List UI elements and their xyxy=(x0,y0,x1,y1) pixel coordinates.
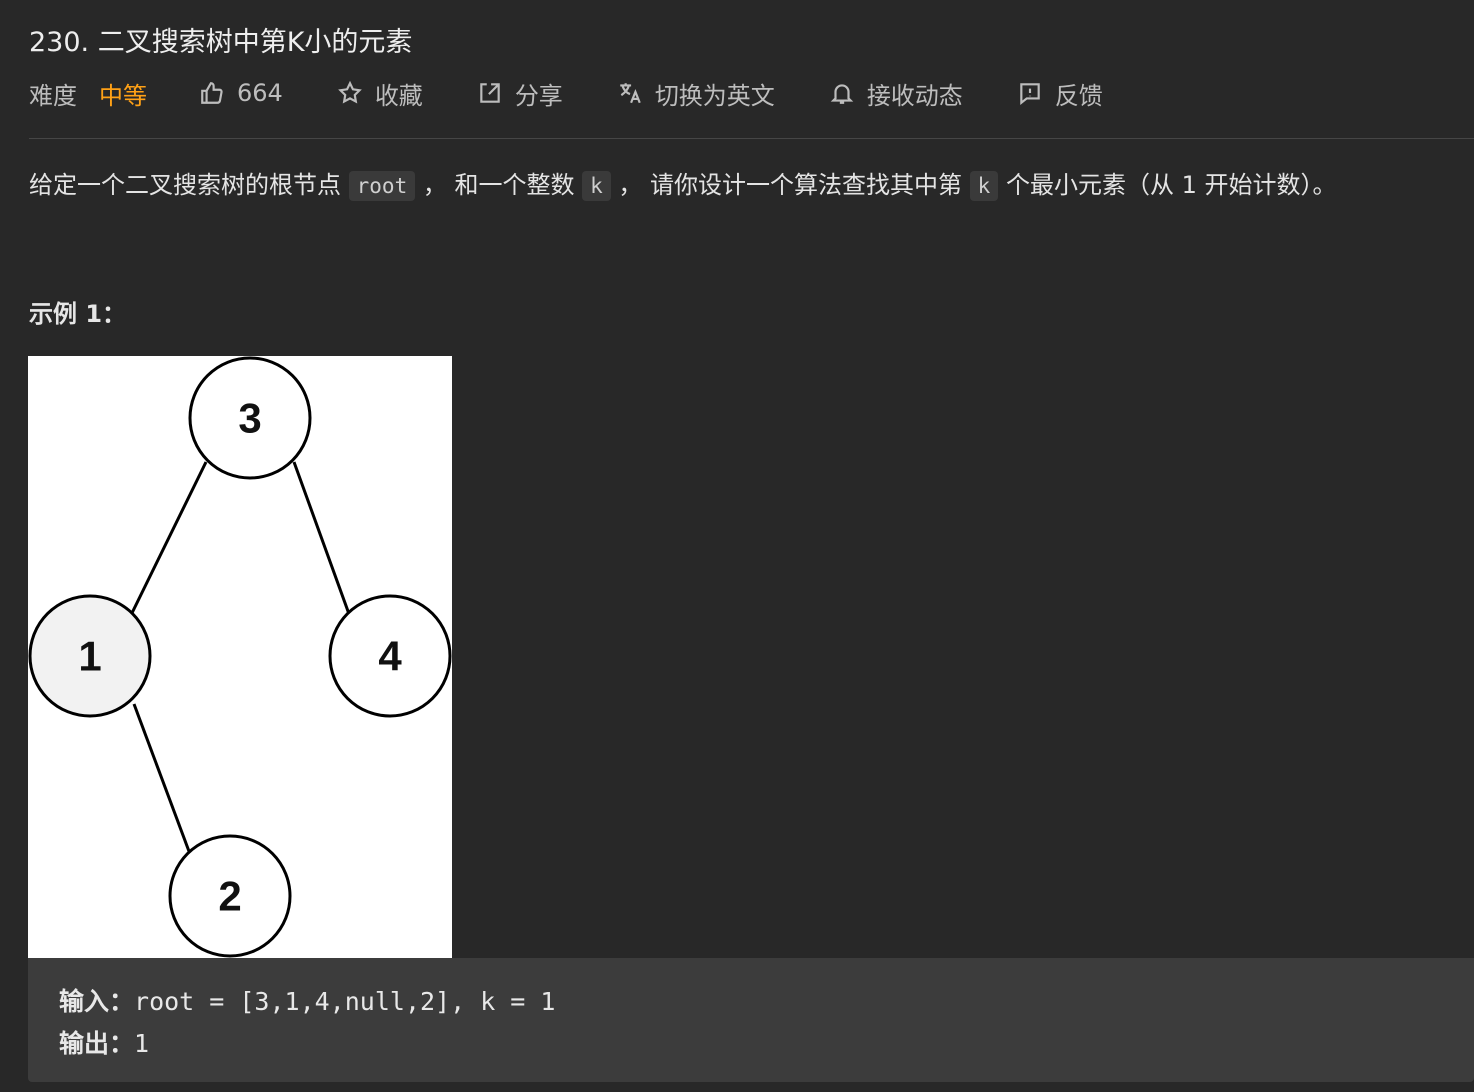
example-tree-image: 3 1 4 2 xyxy=(28,356,452,958)
star-icon xyxy=(337,80,362,104)
tree-edge xyxy=(132,703,192,855)
translate-icon xyxy=(620,83,641,104)
tree-edge xyxy=(292,461,351,615)
switch-language-button[interactable]: 切换为英文 xyxy=(617,76,775,111)
input-value: root = [3,1,4,null,2], k = 1 xyxy=(134,987,556,1016)
tree-edge xyxy=(130,461,208,614)
example-title: 示例 1： xyxy=(29,300,127,328)
example-input-line: 输入：root = [3,1,4,null,2], k = 1 xyxy=(59,982,555,1018)
bell-icon xyxy=(830,84,854,104)
description-text: ， 请你设计一个算法查找其中第 xyxy=(610,171,970,199)
feedback-button[interactable]: 反馈 xyxy=(1017,76,1103,111)
problem-title: 230. 二叉搜索树中第K小的元素 xyxy=(29,27,413,58)
binary-tree-diagram: 3 1 4 2 xyxy=(28,356,452,958)
share-icon xyxy=(480,83,500,103)
inline-code-k: k xyxy=(969,171,999,201)
share-label: 分享 xyxy=(514,81,563,110)
like-button[interactable]: 664 xyxy=(199,79,283,107)
thumbs-up-icon xyxy=(201,82,223,104)
example-output-line: 输出：1 xyxy=(59,1024,149,1060)
tree-node-label: 1 xyxy=(78,633,101,680)
description-text: 个最小元素（从 1 开始计数）。 xyxy=(998,171,1337,199)
example-code-block: 输入：root = [3,1,4,null,2], k = 1 输出：1 xyxy=(28,958,1474,1082)
divider xyxy=(29,138,1474,139)
difficulty-label: 难度 xyxy=(29,81,77,110)
favorite-button[interactable]: 收藏 xyxy=(337,76,423,111)
description-text: 给定一个二叉搜索树的根节点 xyxy=(29,171,349,199)
tree-node-label: 2 xyxy=(218,873,241,920)
difficulty-badge: 中等 xyxy=(99,81,147,110)
problem-meta-bar: 难度 中等 664 收藏 分享 切换为英文 接收动态 反馈 xyxy=(29,74,1103,112)
output-key: 输出： xyxy=(59,1029,135,1058)
share-button[interactable]: 分享 xyxy=(477,76,563,111)
subscribe-button[interactable]: 接收动态 xyxy=(829,76,963,111)
like-count: 664 xyxy=(237,79,283,107)
inline-code-root: root xyxy=(348,171,416,201)
tree-node-label: 4 xyxy=(378,633,402,680)
feedback-label: 反馈 xyxy=(1054,81,1103,110)
description-text: ， 和一个整数 xyxy=(415,171,583,199)
inline-code-k: k xyxy=(582,171,611,201)
subscribe-label: 接收动态 xyxy=(866,81,963,110)
input-key: 输入： xyxy=(59,987,135,1016)
problem-description: 给定一个二叉搜索树的根节点 root ， 和一个整数 k ， 请你设计一个算法查… xyxy=(29,165,1454,206)
switch-language-label: 切换为英文 xyxy=(654,81,775,110)
tree-node-label: 3 xyxy=(238,395,261,442)
output-value: 1 xyxy=(134,1029,150,1058)
feedback-icon xyxy=(1020,83,1040,106)
favorite-label: 收藏 xyxy=(374,81,423,110)
